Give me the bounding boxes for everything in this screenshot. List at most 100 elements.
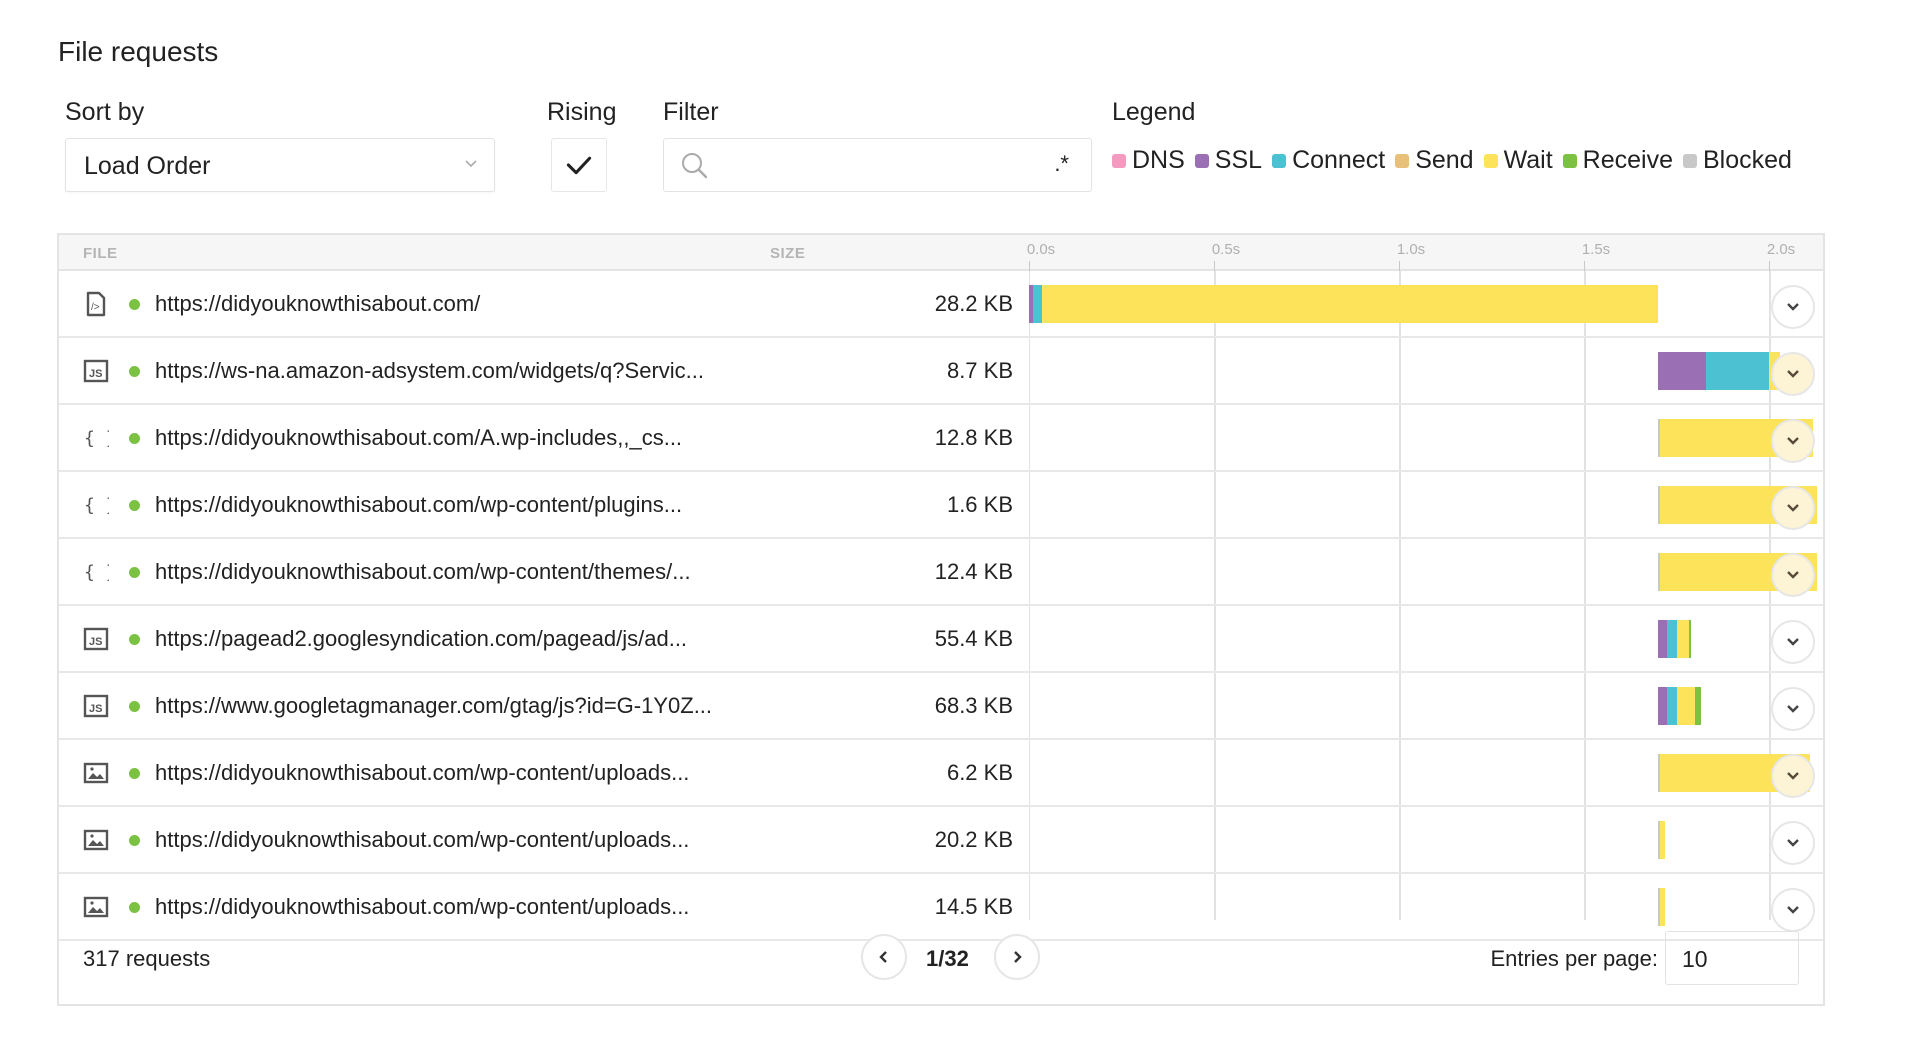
regex-toggle[interactable]: .*	[1054, 151, 1069, 177]
expand-row-button[interactable]	[1771, 821, 1815, 865]
filter-input[interactable]	[720, 147, 1024, 185]
legend-item-blocked: Blocked	[1682, 146, 1792, 175]
table-row[interactable]: { } https://didyouknowthisabout.com/A.wp-…	[59, 405, 1823, 472]
rising-checkbox[interactable]	[551, 138, 607, 192]
chevron-down-icon	[1787, 370, 1799, 378]
svg-text:{ }: { }	[84, 562, 109, 583]
file-size: 8.7 KB	[946, 358, 1013, 383]
expand-row-button[interactable]	[1771, 553, 1815, 597]
timing-bar	[1658, 821, 1666, 859]
legend-label-receive: Receive	[1582, 146, 1673, 174]
status-dot	[129, 902, 140, 913]
legend-item-send: Send	[1395, 146, 1474, 175]
expand-row-button[interactable]	[1771, 419, 1815, 463]
expand-row-button[interactable]	[1771, 754, 1815, 798]
file-size: 12.4 KB	[934, 559, 1013, 584]
timing-segment-wait	[1659, 821, 1666, 859]
timeline-tick-mark	[1029, 261, 1030, 271]
table-row[interactable]: JS https://pagead2.googlesyndication.com/…	[59, 606, 1823, 673]
entries-per-page-field[interactable]	[1665, 931, 1799, 985]
chevron-down-icon	[1787, 772, 1799, 780]
timeline-tick-mark	[1214, 261, 1215, 271]
html-file-icon: />	[83, 291, 109, 317]
chevron-left-icon	[879, 951, 887, 963]
table-row[interactable]: { } https://didyouknowthisabout.com/wp-co…	[59, 472, 1823, 539]
legend-label-send: Send	[1415, 146, 1474, 174]
sort-by-select[interactable]: Load Order	[65, 138, 495, 192]
css-file-icon: { }	[83, 425, 117, 451]
timing-segment-ssl	[1658, 620, 1668, 658]
file-url: https://pagead2.googlesyndication.com/pa…	[155, 626, 688, 651]
table-row[interactable]: JS https://www.googletagmanager.com/gtag/…	[59, 673, 1823, 740]
timeline-tick-label: 2.0s	[1766, 241, 1796, 258]
file-size: 20.2 KB	[934, 827, 1013, 852]
timing-bar	[1658, 620, 1692, 658]
js-file-icon: JS	[83, 358, 109, 384]
svg-text:/>: />	[91, 302, 100, 313]
legend-swatch-blocked	[1682, 153, 1697, 168]
table-header: FILE SIZE 0.0s 0.5s 1.0s 1.5s 2.0s	[59, 235, 1823, 271]
legend-label-dns: DNS	[1132, 146, 1185, 174]
svg-text:{ }: { }	[84, 495, 109, 516]
file-url: https://didyouknowthisabout.com/wp-conte…	[155, 492, 683, 517]
image-file-icon	[83, 827, 109, 853]
timing-segment-connect	[1032, 285, 1042, 323]
table-row[interactable]: https://didyouknowthisabout.com/wp-conte…	[59, 740, 1823, 807]
css-file-icon: { }	[83, 559, 117, 585]
file-column-header[interactable]: FILE	[83, 245, 118, 262]
expand-row-button[interactable]	[1771, 285, 1815, 329]
legend-label-wait: Wait	[1503, 146, 1553, 174]
file-url: https://didyouknowthisabout.com/wp-conte…	[155, 760, 690, 785]
image-file-icon	[83, 894, 109, 920]
expand-row-button[interactable]	[1771, 352, 1815, 396]
sort-by-label: Sort by	[65, 98, 145, 126]
svg-text:JS: JS	[89, 636, 102, 648]
legend: DNS SSL Connect Send Wait Receive Blocked	[1112, 146, 1802, 175]
timeline-tick-mark	[1584, 261, 1585, 271]
chevron-down-icon	[1787, 504, 1799, 512]
svg-text:JS: JS	[89, 703, 102, 715]
legend-swatch-receive	[1562, 153, 1577, 168]
table-row[interactable]: JS https://ws-na.amazon-adsystem.com/widg…	[59, 338, 1823, 405]
css-file-icon: { }	[83, 492, 117, 518]
entries-per-page-input[interactable]	[1680, 942, 1784, 976]
table-row[interactable]: /> https://didyouknowthisabout.com/28.2 K…	[59, 271, 1823, 338]
table-footer: 317 requests 1/32 Entries per page:	[59, 922, 1823, 1004]
legend-item-receive: Receive	[1562, 146, 1673, 175]
timing-segment-ssl	[1658, 687, 1668, 725]
next-page-button[interactable]	[994, 934, 1040, 980]
rising-label: Rising	[547, 98, 617, 126]
entries-per-page-label: Entries per page:	[1490, 946, 1658, 971]
file-size: 1.6 KB	[946, 492, 1013, 517]
file-size: 6.2 KB	[946, 760, 1013, 785]
file-size: 55.4 KB	[934, 626, 1013, 651]
chevron-down-icon	[1787, 638, 1799, 646]
chevron-down-icon	[465, 160, 477, 168]
expand-row-button[interactable]	[1771, 620, 1815, 664]
legend-label-ssl: SSL	[1214, 146, 1263, 174]
previous-page-button[interactable]	[861, 934, 907, 980]
size-column-header[interactable]: SIZE	[770, 245, 805, 262]
table-row[interactable]: https://didyouknowthisabout.com/wp-conte…	[59, 807, 1823, 874]
filter-field[interactable]: .*	[663, 138, 1092, 192]
file-size: 12.8 KB	[934, 425, 1013, 450]
legend-swatch-send	[1395, 153, 1410, 168]
file-url: https://didyouknowthisabout.com/wp-conte…	[155, 559, 691, 584]
timeline-tick-mark	[1399, 261, 1400, 271]
js-file-icon: JS	[83, 626, 109, 652]
status-dot	[129, 366, 140, 377]
expand-row-button[interactable]	[1771, 687, 1815, 731]
timeline-tick-label: 0.5s	[1211, 241, 1241, 258]
sort-by-value: Load Order	[84, 152, 211, 180]
table-row[interactable]: { } https://didyouknowthisabout.com/wp-co…	[59, 539, 1823, 606]
legend-label-connect: Connect	[1292, 146, 1386, 174]
checkmark-icon	[566, 156, 592, 175]
chevron-down-icon	[1787, 437, 1799, 445]
status-dot	[129, 567, 140, 578]
image-file-icon	[83, 760, 109, 786]
timing-segment-connect	[1667, 687, 1677, 725]
file-url: https://didyouknowthisabout.com/wp-conte…	[155, 827, 690, 852]
search-icon	[682, 153, 708, 179]
timeline-tick-label: 1.5s	[1581, 241, 1611, 258]
expand-row-button[interactable]	[1771, 486, 1815, 530]
